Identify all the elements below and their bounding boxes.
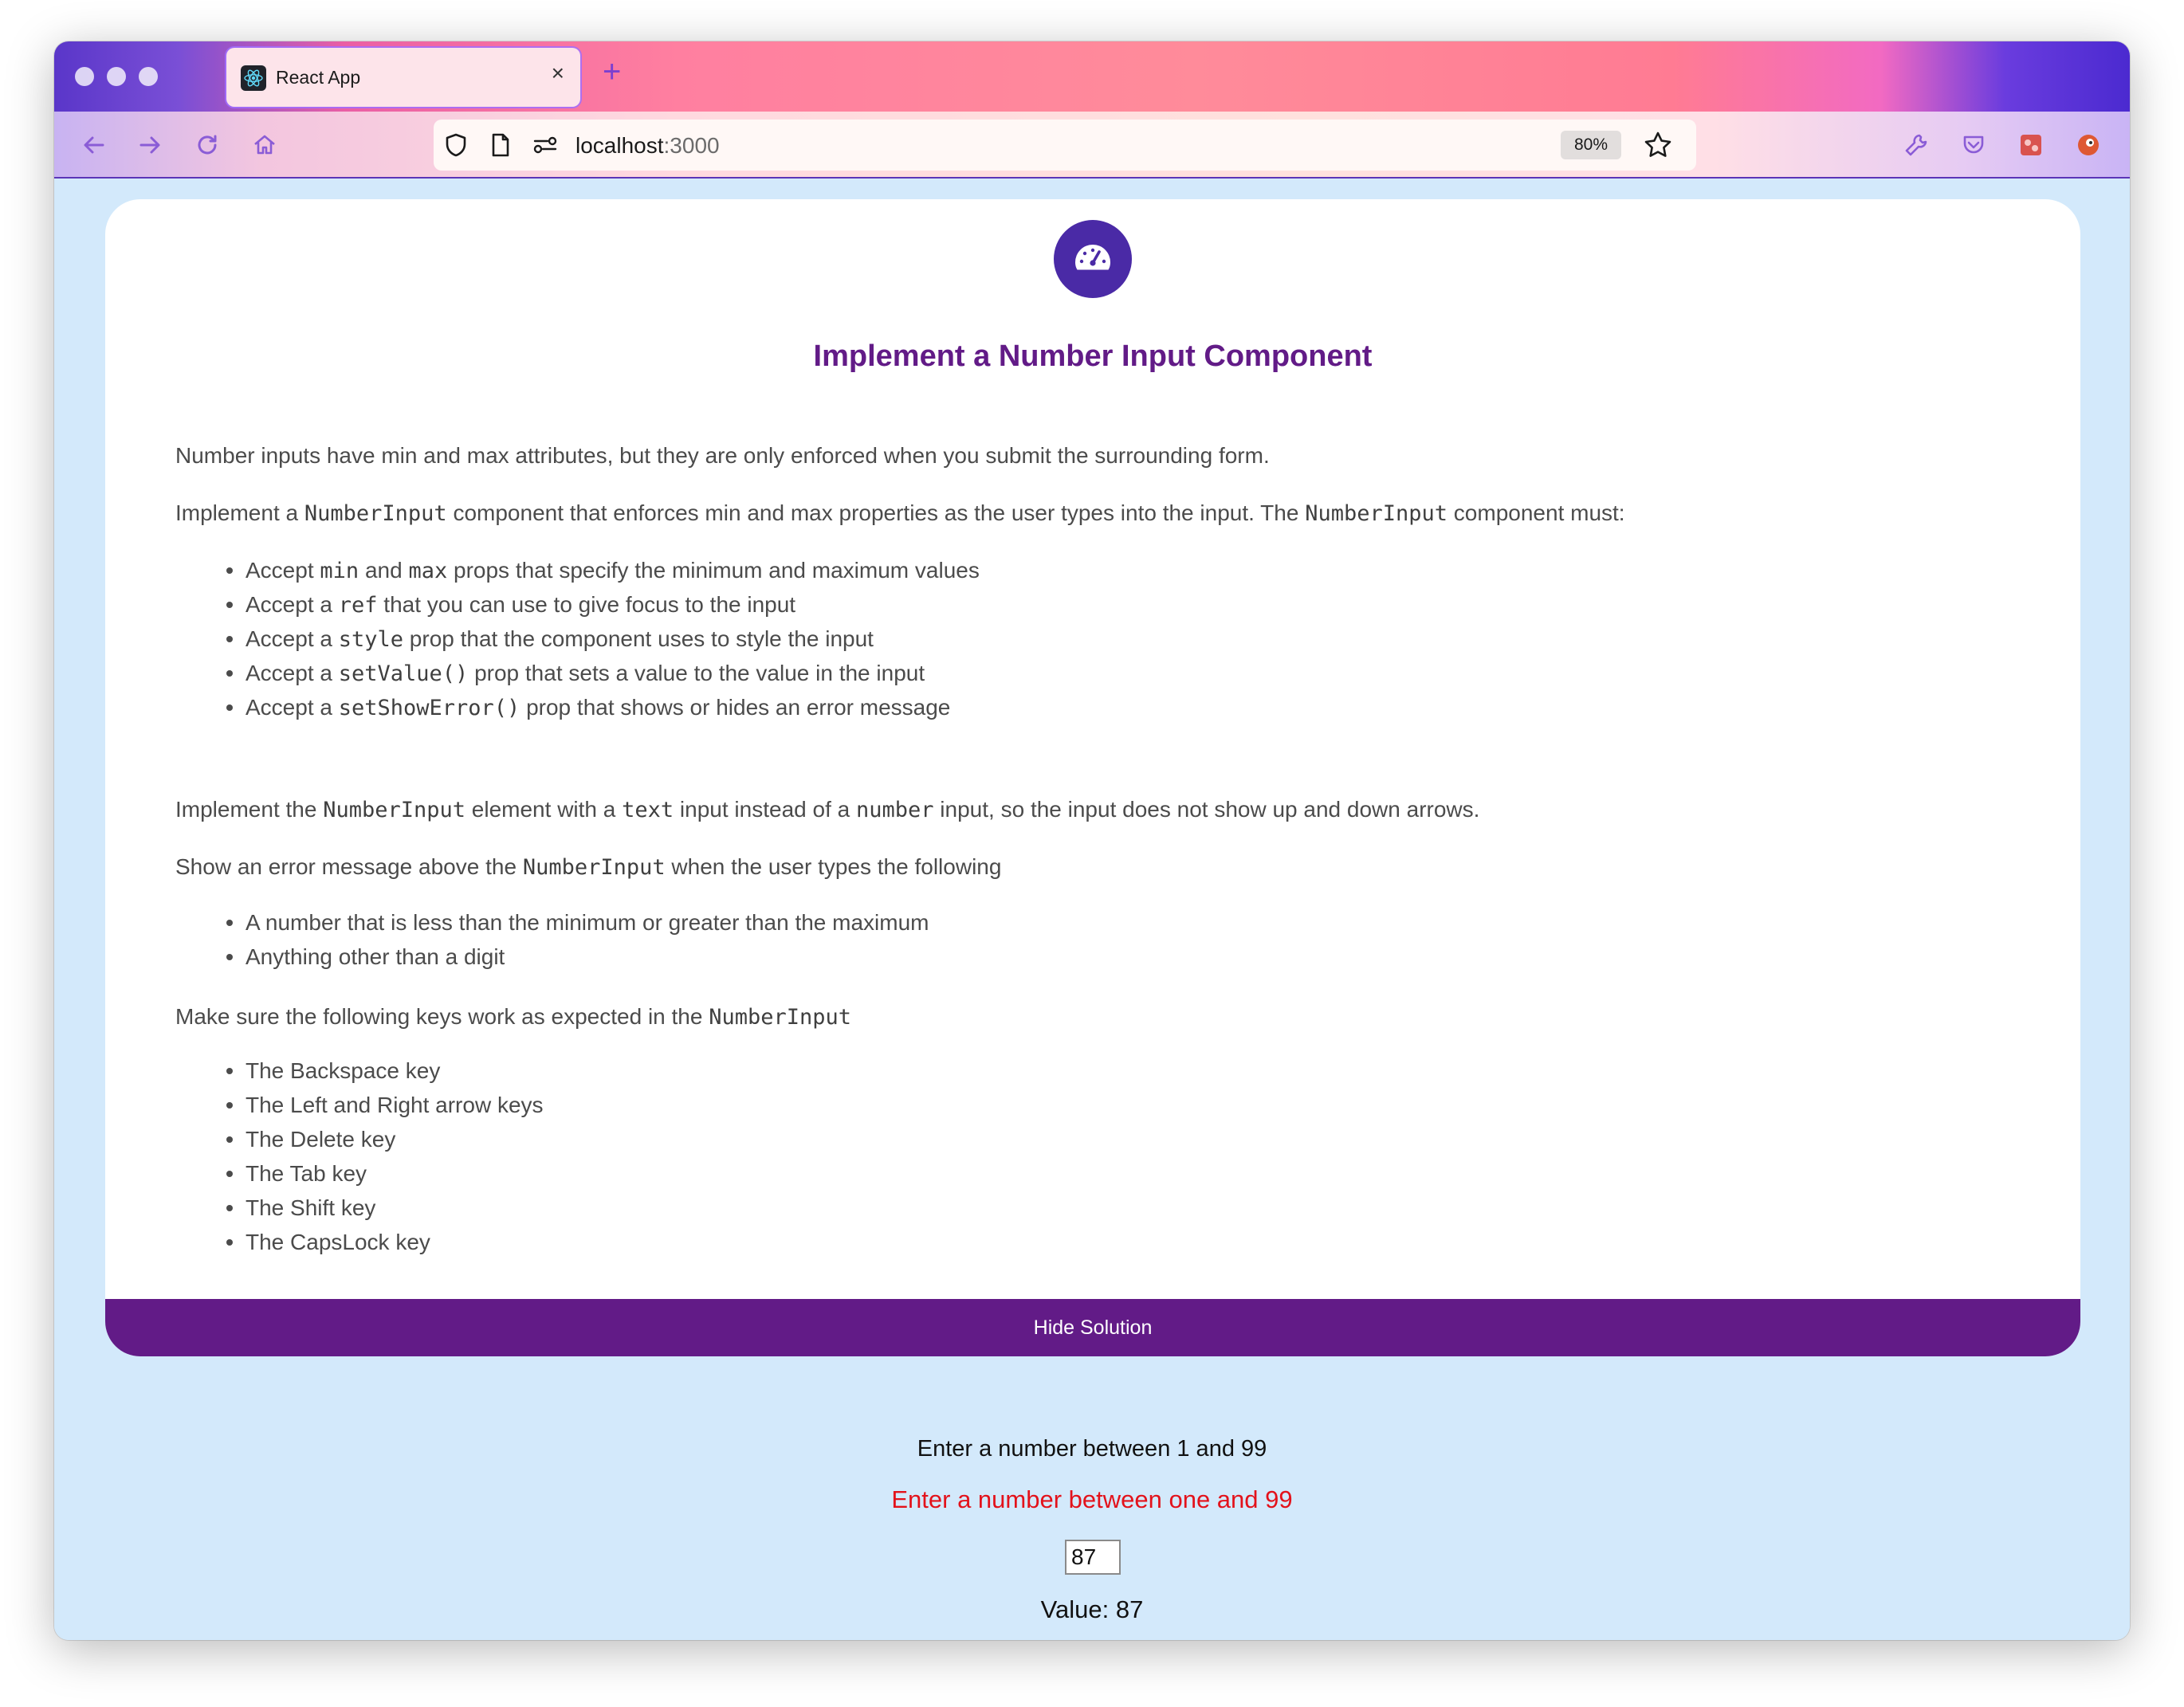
browser-window: React App × + localhost:3000 80% Impleme… xyxy=(54,41,2130,1640)
list-item: Accept a style prop that the component u… xyxy=(226,622,980,656)
tab-title: React App xyxy=(276,67,361,88)
error-paragraph: Show an error message above the NumberIn… xyxy=(175,854,1002,880)
list-item: The CapsLock key xyxy=(226,1225,544,1259)
shield-icon[interactable] xyxy=(442,131,470,159)
page-title: Implement a Number Input Component xyxy=(813,339,1373,373)
list-item: Anything other than a digit xyxy=(226,940,929,974)
wrench-icon[interactable] xyxy=(1900,129,1932,161)
permissions-icon[interactable] xyxy=(529,131,561,159)
pocket-icon[interactable] xyxy=(1958,129,1990,161)
list-item: The Backspace key xyxy=(226,1054,544,1088)
text-input-paragraph: Implement the NumberInput element with a… xyxy=(175,797,1480,822)
url-host: localhost xyxy=(575,133,664,158)
reload-icon[interactable] xyxy=(191,129,223,161)
code-numberinput: NumberInput xyxy=(1305,501,1448,526)
code-numberinput: NumberInput xyxy=(304,501,447,526)
close-tab-icon[interactable]: × xyxy=(552,62,564,84)
hide-solution-button[interactable]: Hide Solution xyxy=(105,1299,2080,1356)
list-item: Accept min and max props that specify th… xyxy=(226,553,980,587)
react-icon xyxy=(241,65,266,91)
url-text[interactable]: localhost:3000 xyxy=(575,133,720,159)
maximize-window-dot[interactable] xyxy=(139,67,158,86)
keys-list: The Backspace key The Left and Right arr… xyxy=(226,1054,544,1259)
problem-card: Implement a Number Input Component Numbe… xyxy=(105,199,2080,1356)
nav-toolbar: localhost:3000 80% xyxy=(54,112,2130,179)
url-bar[interactable]: localhost:3000 80% xyxy=(434,120,1696,171)
requirements-paragraph: Implement a NumberInput component that e… xyxy=(175,500,1625,526)
zoom-level-badge[interactable]: 80% xyxy=(1561,131,1621,159)
back-arrow-icon[interactable] xyxy=(78,129,110,161)
close-window-dot[interactable] xyxy=(75,67,94,86)
value-display: Value: 87 xyxy=(1040,1595,1144,1623)
duckduckgo-icon[interactable] xyxy=(2072,129,2104,161)
new-tab-button[interactable]: + xyxy=(603,56,621,88)
error-message: Enter a number between one and 99 xyxy=(891,1485,1293,1513)
extension-icon[interactable] xyxy=(2015,129,2047,161)
tab-bar: React App × + xyxy=(54,41,2130,112)
bookmark-star-icon[interactable] xyxy=(1642,129,1674,161)
list-item: Accept a ref that you can use to give fo… xyxy=(226,587,980,622)
requirements-list: Accept min and max props that specify th… xyxy=(226,553,980,724)
list-item: A number that is less than the minimum o… xyxy=(226,905,929,940)
list-item: Accept a setShowError() prop that shows … xyxy=(226,690,980,724)
list-item: The Shift key xyxy=(226,1191,544,1225)
page-icon[interactable] xyxy=(486,131,515,159)
error-conditions-list: A number that is less than the minimum o… xyxy=(226,905,929,974)
tab-react-app[interactable]: React App × xyxy=(226,48,580,107)
forward-arrow-icon[interactable] xyxy=(134,129,166,161)
badge xyxy=(1054,220,1132,298)
list-item: The Left and Right arrow keys xyxy=(226,1088,544,1122)
keys-paragraph: Make sure the following keys work as exp… xyxy=(175,1004,852,1030)
list-item: The Tab key xyxy=(226,1156,544,1191)
speedometer-icon xyxy=(1072,241,1114,277)
intro-paragraph: Number inputs have min and max attribute… xyxy=(175,443,1270,468)
list-item: The Delete key xyxy=(226,1122,544,1156)
number-input[interactable] xyxy=(1065,1540,1121,1575)
page-viewport: Implement a Number Input Component Numbe… xyxy=(54,179,2130,1640)
url-port: :3000 xyxy=(663,133,720,158)
minimize-window-dot[interactable] xyxy=(107,67,126,86)
range-prompt: Enter a number between 1 and 99 xyxy=(917,1436,1267,1462)
home-icon[interactable] xyxy=(249,129,281,161)
list-item: Accept a setValue() prop that sets a val… xyxy=(226,656,980,690)
